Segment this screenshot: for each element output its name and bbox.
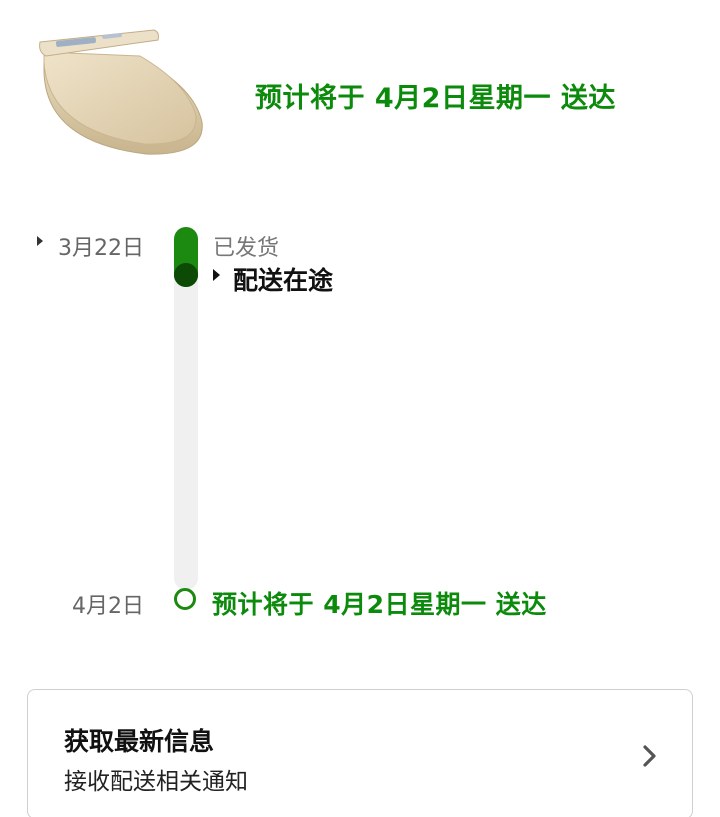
start-date: 3月22日 <box>58 236 144 261</box>
estimated-delivery-label: 预计将于 4月2日星期一 送达 <box>212 590 547 619</box>
updates-card-subtitle: 接收配送相关通知 <box>64 769 248 795</box>
status-expand-caret-icon[interactable] <box>213 269 220 281</box>
current-status-label[interactable]: 配送在途 <box>233 261 333 297</box>
delivery-estimate-header: 预计将于 4月2日星期一 送达 <box>255 83 616 114</box>
end-date: 4月2日 <box>72 594 144 619</box>
shipped-label: 已发货 <box>213 236 280 261</box>
date-expand-caret-icon[interactable] <box>37 236 43 246</box>
timeline-current-dot <box>174 263 198 287</box>
chevron-right-icon <box>643 745 656 767</box>
timeline-end-marker <box>174 588 196 610</box>
updates-card-title: 获取最新信息 <box>64 727 215 756</box>
get-updates-card[interactable]: 获取最新信息 接收配送相关通知 <box>27 689 693 817</box>
product-image <box>39 29 203 155</box>
